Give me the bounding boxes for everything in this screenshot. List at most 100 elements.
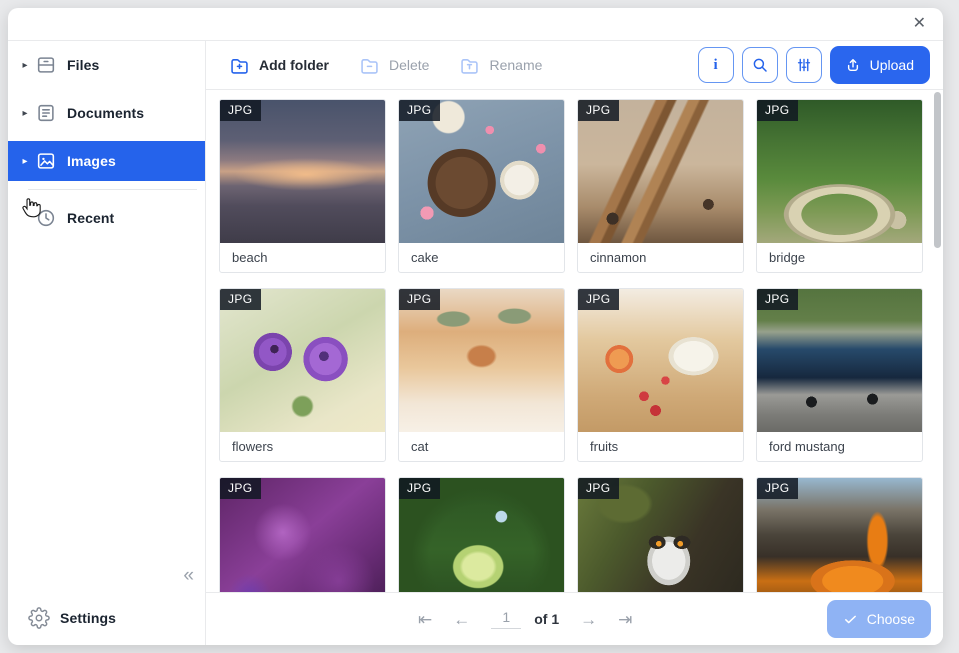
image-name: ford mustang (757, 432, 922, 461)
image-thumbnail: JPG (399, 100, 564, 243)
sidebar-item-settings[interactable]: Settings (8, 591, 205, 645)
dialog-header: ✕ (8, 8, 943, 41)
arrow-right-icon: → (580, 610, 597, 629)
folder-plus-icon (229, 55, 250, 76)
chevron-right-icon[interactable]: ▸ (18, 156, 32, 167)
file-type-badge: JPG (220, 100, 261, 121)
documents-icon (35, 102, 57, 124)
sidebar-item-files[interactable]: ▸ Files (8, 45, 205, 85)
image-name: cinnamon (578, 243, 743, 272)
delete-button[interactable]: Delete (359, 55, 429, 76)
image-card-lemur[interactable]: JPG (577, 477, 744, 592)
main-panel: Add folder Delete (206, 41, 943, 645)
file-manager-modal-stage: ✕ ▸ Files ▸ (0, 0, 959, 653)
image-card-hedge-heart[interactable]: JPG (398, 477, 565, 592)
close-icon: ✕ (913, 15, 926, 32)
info-icon: i (714, 57, 718, 74)
rename-label: Rename (489, 57, 542, 73)
check-icon (843, 612, 858, 627)
choose-label: Choose (867, 611, 915, 627)
sidebar-item-label: Recent (67, 210, 114, 226)
file-type-badge: JPG (757, 478, 798, 499)
file-type-badge: JPG (220, 478, 261, 499)
gear-icon (28, 607, 50, 629)
file-type-badge: JPG (757, 289, 798, 310)
info-button[interactable]: i (698, 47, 734, 83)
arrow-to-end-icon: ⇥ (618, 610, 632, 629)
collapse-sidebar-button[interactable]: « (183, 566, 194, 585)
image-name: bridge (757, 243, 922, 272)
sidebar-item-images[interactable]: ▸ Images (8, 141, 205, 181)
file-type-badge: JPG (578, 100, 619, 121)
image-card-ford-mustang[interactable]: JPG ford mustang (756, 288, 923, 462)
file-type-badge: JPG (399, 100, 440, 121)
file-grid-viewport: JPG beach JPG cake JPG (206, 90, 943, 592)
choose-button[interactable]: Choose (827, 600, 931, 638)
image-card-beach[interactable]: JPG beach (219, 99, 386, 273)
image-thumbnail: JPG (757, 289, 922, 432)
image-card-fruits[interactable]: JPG fruits (577, 288, 744, 462)
next-page-button[interactable]: → (580, 611, 597, 628)
file-grid: JPG beach JPG cake JPG (206, 90, 943, 592)
dialog-body: ▸ Files ▸ Documents (8, 41, 943, 645)
file-type-badge: JPG (220, 289, 261, 310)
file-type-badge: JPG (399, 289, 440, 310)
add-folder-button[interactable]: Add folder (229, 55, 329, 76)
arrow-left-icon: ← (453, 610, 470, 629)
image-thumbnail: JPG (220, 289, 385, 432)
first-page-button[interactable]: ⇤ (418, 611, 432, 628)
sidebar-divider (28, 189, 197, 190)
sidebar-item-label: Files (67, 57, 99, 73)
sidebar: ▸ Files ▸ Documents (8, 41, 206, 645)
double-chevron-left-icon: « (183, 565, 194, 586)
upload-button[interactable]: Upload (830, 46, 930, 84)
close-button[interactable]: ✕ (909, 14, 930, 34)
image-thumbnail: JPG (578, 100, 743, 243)
pagination: ⇤ ← of 1 → ⇥ (418, 609, 632, 629)
image-card-cat[interactable]: JPG cat (398, 288, 565, 462)
file-manager-dialog: ✕ ▸ Files ▸ (8, 8, 943, 645)
image-thumbnail: JPG (578, 289, 743, 432)
file-type-badge: JPG (578, 289, 619, 310)
sidebar-item-recent[interactable]: Recent (8, 198, 205, 238)
rename-button[interactable]: Rename (459, 55, 542, 76)
prev-page-button[interactable]: ← (453, 611, 470, 628)
sidebar-item-label: Settings (60, 610, 116, 626)
image-name: flowers (220, 432, 385, 461)
image-card-cake[interactable]: JPG cake (398, 99, 565, 273)
upload-icon (844, 56, 862, 74)
page-number-input[interactable] (491, 609, 521, 629)
delete-label: Delete (389, 57, 429, 73)
search-button[interactable] (742, 47, 778, 83)
image-thumbnail: JPG (757, 100, 922, 243)
chevron-right-icon[interactable]: ▸ (18, 60, 32, 71)
sidebar-item-documents[interactable]: ▸ Documents (8, 93, 205, 133)
image-thumbnail: JPG (757, 478, 922, 592)
chevron-right-icon[interactable]: ▸ (18, 108, 32, 119)
sliders-icon (795, 56, 813, 74)
scrollbar-thumb[interactable] (934, 92, 941, 248)
toolbar: Add folder Delete (206, 41, 943, 90)
image-thumbnail: JPG (220, 478, 385, 592)
filter-button[interactable] (786, 47, 822, 83)
image-card-cinnamon[interactable]: JPG cinnamon (577, 99, 744, 273)
sidebar-item-label: Images (67, 153, 116, 169)
image-thumbnail: JPG (220, 100, 385, 243)
files-icon (35, 54, 57, 76)
toolbar-right-group: i (698, 46, 930, 84)
page-total-label: of 1 (534, 611, 559, 627)
clock-icon (35, 207, 57, 229)
image-card-flowers[interactable]: JPG flowers (219, 288, 386, 462)
image-name: fruits (578, 432, 743, 461)
last-page-button[interactable]: ⇥ (618, 611, 632, 628)
file-type-badge: JPG (399, 478, 440, 499)
image-name: beach (220, 243, 385, 272)
image-card-bridge[interactable]: JPG bridge (756, 99, 923, 273)
sidebar-item-label: Documents (67, 105, 144, 121)
image-thumbnail: JPG (399, 289, 564, 432)
images-icon (35, 150, 57, 172)
add-folder-label: Add folder (259, 57, 329, 73)
image-card-purple[interactable]: JPG (219, 477, 386, 592)
folder-rename-icon (459, 55, 480, 76)
image-card-orange-car[interactable]: JPG (756, 477, 923, 592)
